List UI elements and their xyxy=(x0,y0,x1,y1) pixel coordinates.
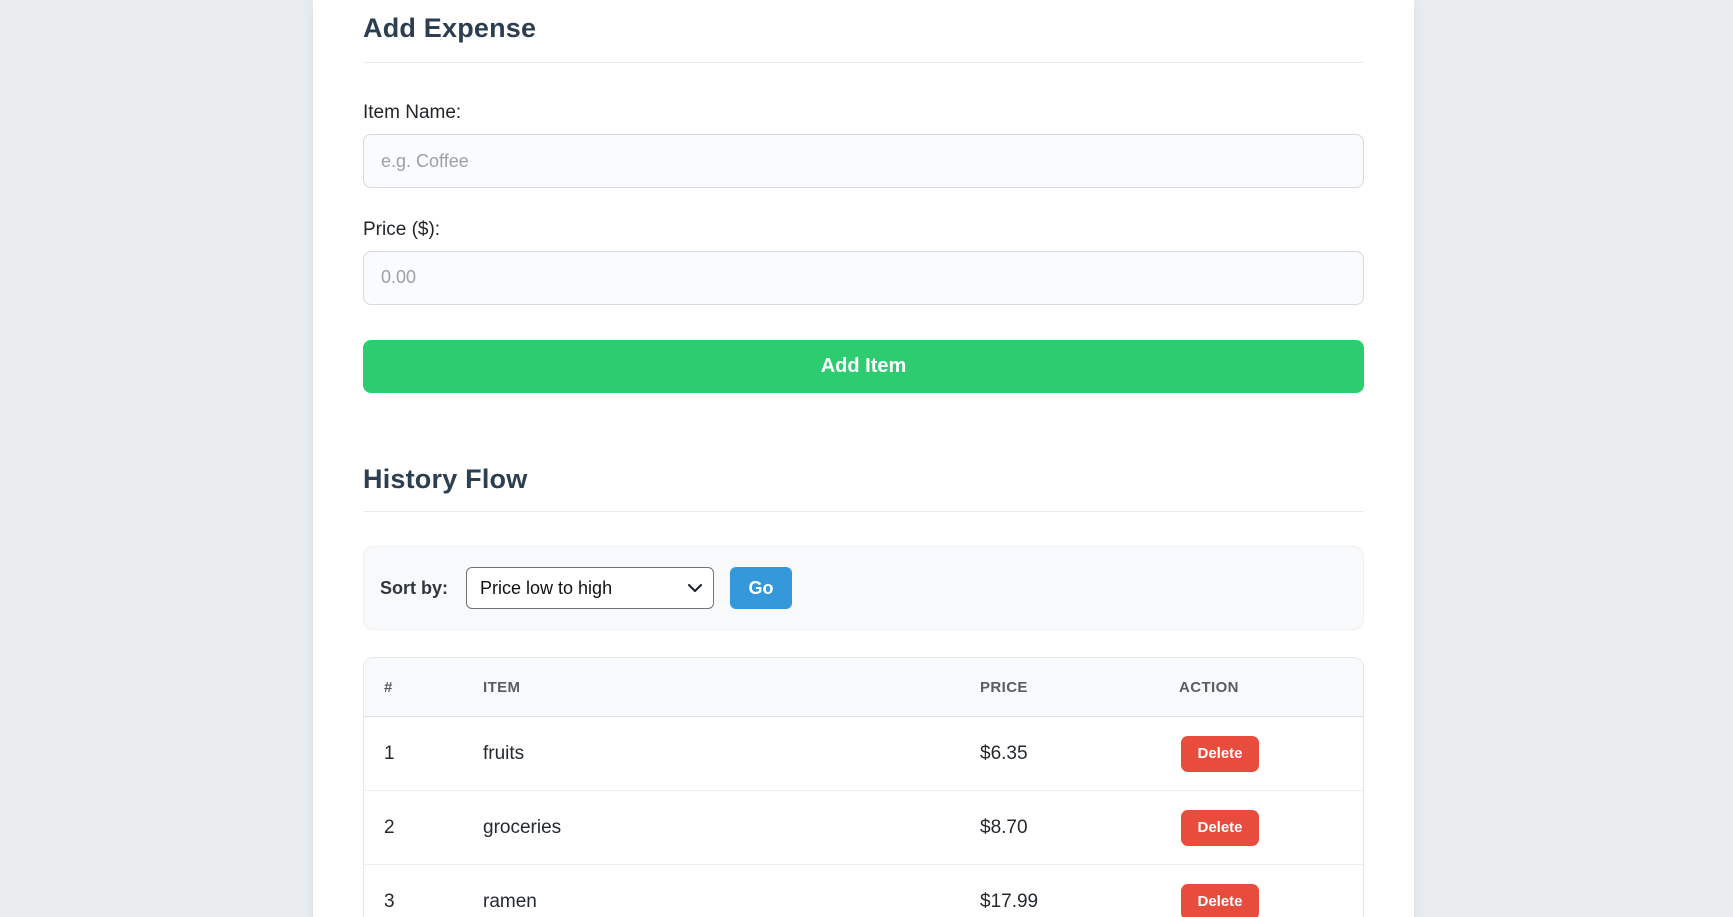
row-item-cell: fruits xyxy=(463,717,960,791)
page-background: Add Expense Item Name: Price ($): Add It… xyxy=(0,0,1733,917)
go-button[interactable]: Go xyxy=(730,567,792,609)
row-item-cell: ramen xyxy=(463,865,960,917)
row-price-cell: $8.70 xyxy=(960,791,1159,865)
history-table: # ITEM PRICE ACTION 1 fruits $6.35 Delet… xyxy=(364,658,1363,917)
price-label: Price ($): xyxy=(363,218,1364,242)
row-price-cell: $6.35 xyxy=(960,717,1159,791)
row-action-cell: Delete xyxy=(1159,791,1363,865)
divider xyxy=(363,511,1364,512)
table-row: 2 groceries $8.70 Delete xyxy=(364,791,1363,865)
delete-button[interactable]: Delete xyxy=(1181,736,1259,772)
table-row: 1 fruits $6.35 Delete xyxy=(364,717,1363,791)
item-name-input[interactable] xyxy=(363,134,1364,188)
column-header-item: ITEM xyxy=(463,658,960,717)
row-price-cell: $17.99 xyxy=(960,865,1159,917)
sort-select-wrapper: Price low to high xyxy=(466,567,714,609)
expense-app-panel: Add Expense Item Name: Price ($): Add It… xyxy=(313,0,1414,917)
row-index-cell: 2 xyxy=(364,791,463,865)
add-expense-heading: Add Expense xyxy=(363,12,1364,44)
column-header-price: PRICE xyxy=(960,658,1159,717)
add-item-button[interactable]: Add Item xyxy=(363,340,1364,393)
row-action-cell: Delete xyxy=(1159,717,1363,791)
history-table-container: # ITEM PRICE ACTION 1 fruits $6.35 Delet… xyxy=(363,657,1364,917)
sort-select[interactable]: Price low to high xyxy=(466,567,714,609)
row-action-cell: Delete xyxy=(1159,865,1363,917)
sort-panel: Sort by: Price low to high Go xyxy=(363,546,1364,630)
column-header-action: ACTION xyxy=(1159,658,1363,717)
row-index-cell: 1 xyxy=(364,717,463,791)
delete-button[interactable]: Delete xyxy=(1181,884,1259,917)
row-item-cell: groceries xyxy=(463,791,960,865)
delete-button[interactable]: Delete xyxy=(1181,810,1259,846)
table-header-row: # ITEM PRICE ACTION xyxy=(364,658,1363,717)
item-name-label: Item Name: xyxy=(363,101,1364,125)
price-input[interactable] xyxy=(363,251,1364,305)
row-index-cell: 3 xyxy=(364,865,463,917)
sort-by-label: Sort by: xyxy=(380,578,448,599)
column-header-index: # xyxy=(364,658,463,717)
history-flow-heading: History Flow xyxy=(363,463,1364,495)
table-row: 3 ramen $17.99 Delete xyxy=(364,865,1363,917)
divider xyxy=(363,62,1364,63)
